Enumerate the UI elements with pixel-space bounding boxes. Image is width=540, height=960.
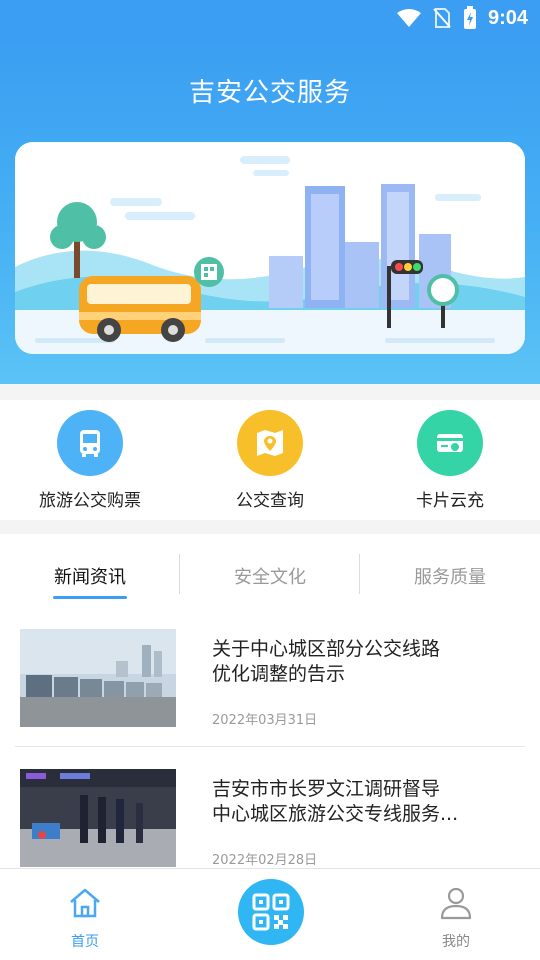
- news-date: 2022年03月31日: [212, 713, 318, 728]
- tab-label: 安全文化: [234, 567, 306, 588]
- news-thumbnail: [20, 629, 176, 727]
- banner-illustration[interactable]: [15, 142, 525, 354]
- news-title-line: 吉安市市长罗文江调研督导: [212, 778, 441, 800]
- tab-service-quality[interactable]: 服务质量: [360, 534, 540, 612]
- tab-safety-culture[interactable]: 安全文化: [180, 534, 360, 612]
- no-sim-icon: [433, 8, 451, 28]
- home-icon: [70, 888, 100, 918]
- tab-news[interactable]: 新闻资讯: [0, 534, 180, 612]
- news-section: 新闻资讯 安全文化 服务质量 关于中心城区部分公交线路 优化调整的告示 2022…: [0, 534, 540, 870]
- news-title-line: 优化调整的告示: [212, 663, 346, 685]
- news-title: 吉安市市长罗文江调研督导 中心城区旅游公交专线服务...: [212, 777, 482, 827]
- quick-actions: 旅游公交购票 公交查询 卡片云充: [0, 400, 540, 520]
- quick-action-label: 卡片云充: [416, 491, 484, 511]
- quick-action-label: 旅游公交购票: [39, 491, 141, 511]
- card-recharge-icon: [417, 410, 483, 476]
- quick-action-label: 公交查询: [236, 491, 304, 511]
- list-divider: [15, 746, 525, 747]
- scan-qr-button[interactable]: [238, 879, 304, 945]
- status-bar: 9:04: [0, 0, 540, 36]
- news-list-item[interactable]: 关于中心城区部分公交线路 优化调整的告示 2022年03月31日: [0, 629, 540, 749]
- nav-home[interactable]: 首页: [25, 869, 145, 960]
- nav-home-label: 首页: [71, 934, 99, 950]
- active-tab-indicator: [53, 596, 127, 599]
- wifi-icon: [396, 9, 421, 27]
- news-date: 2022年02月28日: [212, 853, 318, 868]
- map-pin-icon: [237, 410, 303, 476]
- user-icon: [440, 887, 472, 920]
- bus-icon: [57, 410, 123, 476]
- bottom-nav: 首页 我的: [0, 868, 540, 960]
- news-title: 关于中心城区部分公交线路 优化调整的告示: [212, 637, 482, 687]
- news-list-item[interactable]: 吉安市市长罗文江调研督导 中心城区旅游公交专线服务... 2022年02月28日: [0, 769, 540, 870]
- status-time: 9:04: [487, 6, 528, 29]
- page-title: 吉安公交服务: [188, 78, 351, 108]
- quick-action-bus-query[interactable]: 公交查询: [180, 400, 360, 520]
- nav-mine[interactable]: 我的: [396, 869, 516, 960]
- hero-header: 吉安公交服务: [0, 36, 540, 384]
- tab-label: 新闻资讯: [54, 567, 126, 588]
- tab-label: 服务质量: [414, 567, 486, 588]
- qr-code-icon: [252, 893, 290, 931]
- quick-action-tour-bus-ticket[interactable]: 旅游公交购票: [0, 400, 180, 520]
- news-thumbnail: [20, 769, 176, 867]
- nav-mine-label: 我的: [442, 934, 470, 950]
- quick-action-card-recharge[interactable]: 卡片云充: [360, 400, 540, 520]
- battery-charging-icon: [463, 6, 476, 29]
- news-tabs: 新闻资讯 安全文化 服务质量: [0, 534, 540, 612]
- news-title-line: 中心城区旅游公交专线服务...: [212, 803, 459, 825]
- news-title-line: 关于中心城区部分公交线路: [212, 638, 441, 660]
